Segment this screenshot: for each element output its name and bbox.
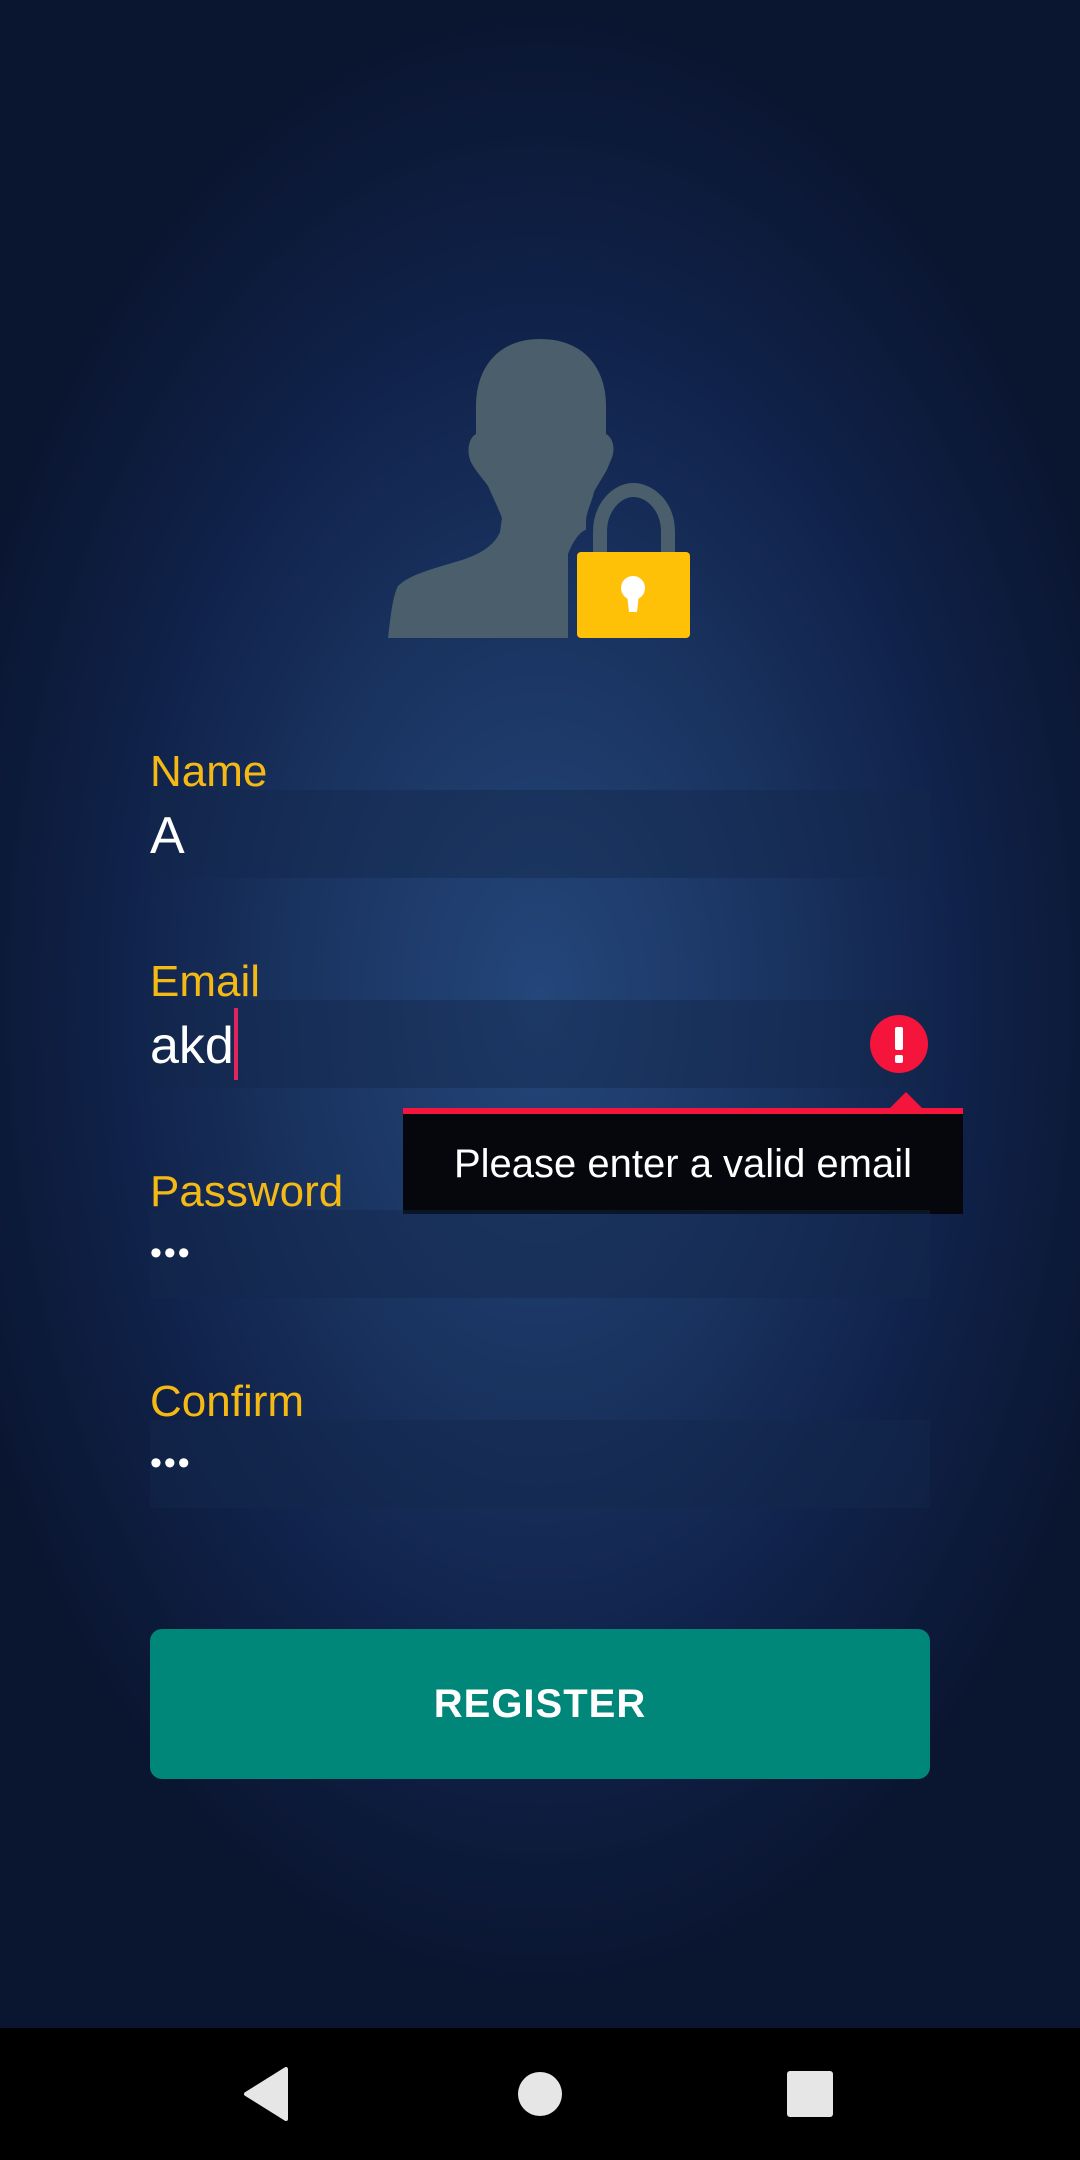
register-screen: Name A Email akd Please enter a valid em… [0,0,1080,2160]
home-button[interactable] [474,2028,606,2160]
home-icon [518,2072,562,2116]
confirm-value: ••• [150,1444,192,1482]
recents-button[interactable] [744,2028,876,2160]
name-label: Name [150,747,268,796]
email-label: Email [150,957,261,1006]
register-button[interactable]: REGISTER [150,1629,930,1779]
confirm-field[interactable] [150,1420,930,1508]
name-field[interactable] [150,790,930,878]
text-caret [234,1008,238,1080]
confirm-label: Confirm [150,1377,305,1426]
password-value: ••• [150,1234,192,1272]
tooltip-arrow [890,1092,922,1108]
error-icon[interactable] [870,1015,928,1073]
back-button[interactable] [200,2028,332,2160]
email-value: akd [150,1017,234,1075]
password-label: Password [150,1167,344,1216]
user-lock-icon [388,339,690,638]
email-field[interactable] [150,1000,930,1088]
navigation-bar [0,2028,1080,2160]
back-icon [244,2067,288,2121]
email-error-tooltip: Please enter a valid email [403,1108,963,1214]
password-field[interactable] [150,1210,930,1298]
name-value: A [150,807,185,865]
recents-icon [787,2071,833,2117]
